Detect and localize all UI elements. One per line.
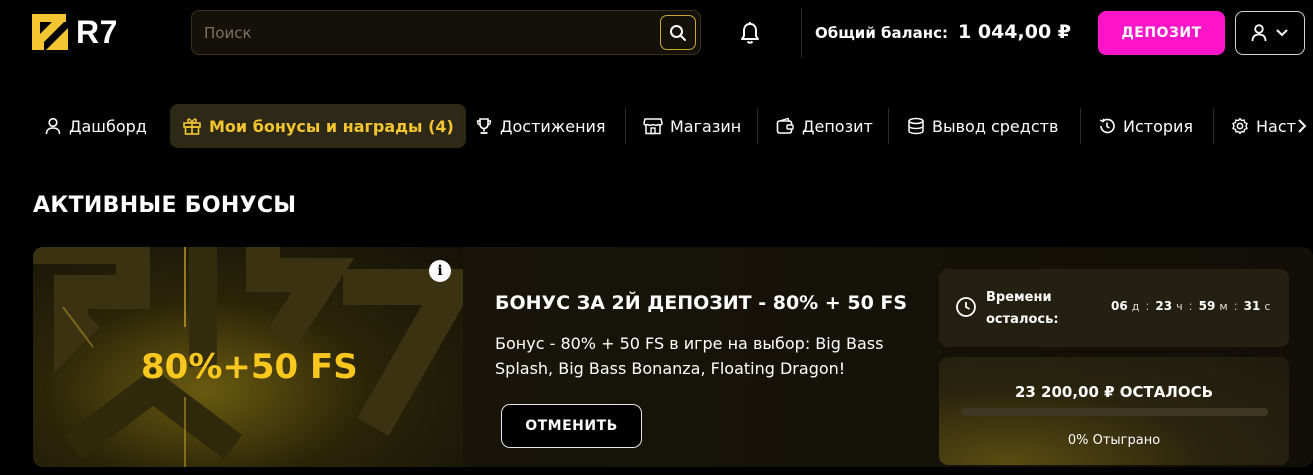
coins-icon — [908, 117, 924, 135]
nav-divider — [456, 108, 457, 144]
nav-item-bonuses[interactable]: Мои бонусы и награды (4) — [170, 104, 466, 148]
time-remaining-panel: Времени осталось: 06 д : 23 ч : 59 м : 3… — [939, 269, 1289, 347]
balance: Общий баланс: 1 044,00 ₽ — [815, 21, 1071, 43]
r7-logo-icon — [32, 14, 68, 50]
nav-scroll-right-icon[interactable] — [1296, 118, 1308, 134]
bonus-title: БОНУС ЗА 2Й ДЕПОЗИТ - 80% + 50 FS — [495, 292, 908, 314]
wager-remaining: 23 200,00 ₽ ОСТАЛОСЬ — [1014, 383, 1214, 401]
search-icon — [670, 24, 686, 41]
trophy-icon — [476, 118, 492, 134]
countdown-days-unit: д — [1131, 300, 1140, 313]
bell-icon — [741, 22, 759, 44]
countdown-days: 06 — [1111, 299, 1128, 313]
notifications-button[interactable] — [737, 20, 763, 46]
gear-icon — [1232, 117, 1248, 135]
countdown-seconds: 31 — [1243, 299, 1261, 313]
logo-text: R7 — [76, 13, 118, 50]
search-bar — [191, 10, 701, 55]
nav-item-label: Дашборд — [69, 116, 147, 136]
nav-item-dashboard[interactable]: Дашборд — [44, 104, 147, 148]
logo[interactable]: R7 — [30, 12, 118, 52]
nav-item-history[interactable]: История — [1098, 104, 1193, 148]
nav-item-label: Достижения — [500, 116, 606, 136]
wager-progress-label: 0% Отыграно — [1067, 433, 1161, 448]
nav-divider — [625, 108, 626, 144]
store-icon — [643, 118, 663, 135]
header-divider — [801, 8, 802, 58]
nav-item-store[interactable]: Магазин — [643, 104, 741, 148]
gift-icon — [183, 118, 201, 135]
balance-value: 1 044,00 ₽ — [958, 21, 1072, 43]
nav-item-label: Мои бонусы и награды (4) — [209, 116, 454, 136]
account-nav: Дашборд Мои бонусы и награды (4) Достиже… — [0, 104, 1313, 148]
bonus-description: Бонус - 80% + 50 FS в игре на выбор: Big… — [495, 334, 884, 378]
countdown-hours: 23 — [1155, 299, 1173, 313]
nav-divider — [1080, 108, 1081, 144]
countdown-hours-unit: ч — [1176, 300, 1183, 313]
countdown-minutes: 59 — [1198, 299, 1216, 313]
wallet-icon — [776, 117, 794, 134]
wager-panel: 23 200,00 ₽ ОСТАЛОСЬ 0% Отыграно — [939, 357, 1289, 465]
nav-divider — [888, 108, 889, 144]
nav-item-settings[interactable]: Наст — [1231, 104, 1296, 148]
countdown: 06 д : 23 ч : 59 м : 31 с — [1111, 299, 1270, 313]
countdown-seconds-unit: с — [1264, 300, 1271, 313]
countdown-minutes-unit: м — [1219, 300, 1228, 313]
search-button[interactable] — [660, 15, 696, 50]
bonus-banner-image: 80%+50 FS i — [33, 247, 463, 467]
nav-divider — [1213, 108, 1214, 144]
info-icon[interactable]: i — [429, 260, 451, 282]
user-icon — [1251, 24, 1267, 42]
search-input[interactable] — [204, 11, 644, 54]
countdown-separator: : — [1145, 299, 1150, 313]
nav-item-label: Наст — [1256, 116, 1296, 136]
countdown-separator: : — [1188, 299, 1193, 313]
nav-item-label: Депозит — [802, 116, 873, 136]
time-remaining-label: Времени осталось: — [986, 290, 1059, 327]
cancel-bonus-button[interactable]: ОТМЕНИТЬ — [501, 404, 642, 448]
user-icon — [45, 117, 61, 135]
nav-item-achievements[interactable]: Достижения — [475, 104, 606, 148]
nav-item-label: Магазин — [670, 116, 742, 136]
balance-label: Общий баланс: — [815, 24, 949, 42]
history-icon — [1099, 118, 1115, 134]
nav-item-withdrawal[interactable]: Вывод средств — [907, 104, 1058, 148]
wager-progress-bar — [961, 408, 1268, 416]
profile-menu-button[interactable] — [1235, 11, 1305, 55]
nav-item-label: История — [1123, 116, 1194, 136]
nav-item-deposit[interactable]: Депозит — [776, 104, 873, 148]
clock-icon — [956, 297, 976, 317]
nav-item-label: Вывод средств — [932, 116, 1059, 136]
deposit-button[interactable]: ДЕПОЗИТ — [1098, 11, 1225, 55]
section-title: АКТИВНЫЕ БОНУСЫ — [33, 193, 297, 218]
countdown-separator: : — [1233, 299, 1238, 313]
chevron-down-icon — [1276, 29, 1288, 37]
nav-divider — [757, 108, 758, 144]
banner-headline: 80%+50 FS — [141, 347, 358, 387]
bonus-card: 80%+50 FS i БОНУС ЗА 2Й ДЕПОЗИТ - 80% + … — [33, 247, 1313, 467]
